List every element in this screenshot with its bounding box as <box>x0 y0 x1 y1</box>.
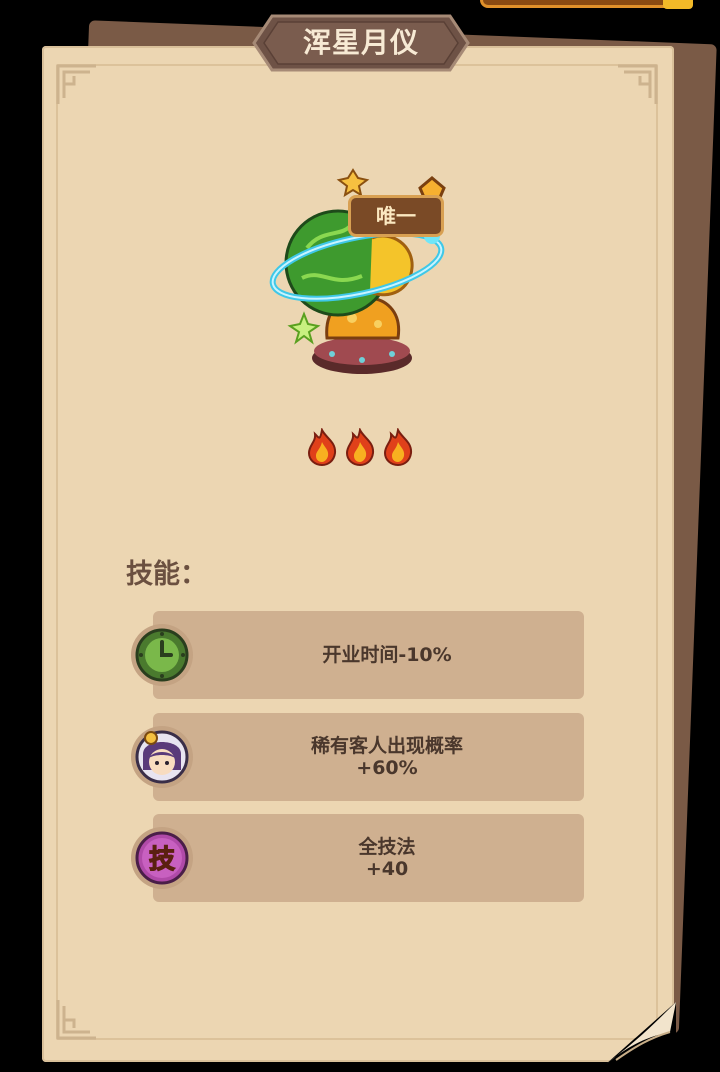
corner-ornament-icon <box>54 62 100 108</box>
corner-ornament-icon <box>54 996 100 1042</box>
skill-line1: 开业时间-10% <box>322 644 452 666</box>
flame-icon <box>383 428 413 466</box>
top-resource-bar <box>480 0 693 9</box>
customer-portrait-icon <box>129 724 195 790</box>
rarity-flames <box>306 428 414 468</box>
skill-line1: 稀有客人出现概率 <box>310 735 463 757</box>
flame-icon <box>307 428 337 466</box>
skill-badge-icon: 技 <box>129 825 195 891</box>
skill-row: 技 全技法 +40 <box>126 814 586 904</box>
page-title: 浑星月仪 <box>302 26 419 59</box>
skill-description: 稀有客人出现概率 +60% <box>196 713 578 801</box>
clock-icon <box>129 622 195 688</box>
skills-heading: 技能： <box>126 559 207 590</box>
skill-line2: +40 <box>365 858 409 880</box>
skill-description: 全技法 +40 <box>196 814 578 902</box>
skill-line1: 全技法 <box>358 836 416 858</box>
resource-knob <box>663 0 693 9</box>
skill-description: 开业时间-10% <box>196 611 578 699</box>
page-curl-icon <box>606 1002 676 1064</box>
skill-row: 稀有客人出现概率 +60% <box>126 713 586 803</box>
corner-ornament-icon <box>614 62 660 108</box>
skill-badge-text: 技 <box>149 845 175 875</box>
unique-badge: 唯一 <box>348 195 444 237</box>
flame-icon <box>345 428 375 466</box>
title-plate: 浑星月仪 <box>250 12 472 74</box>
skill-row: 开业时间-10% <box>126 611 586 701</box>
skill-line2: +60% <box>356 757 418 779</box>
